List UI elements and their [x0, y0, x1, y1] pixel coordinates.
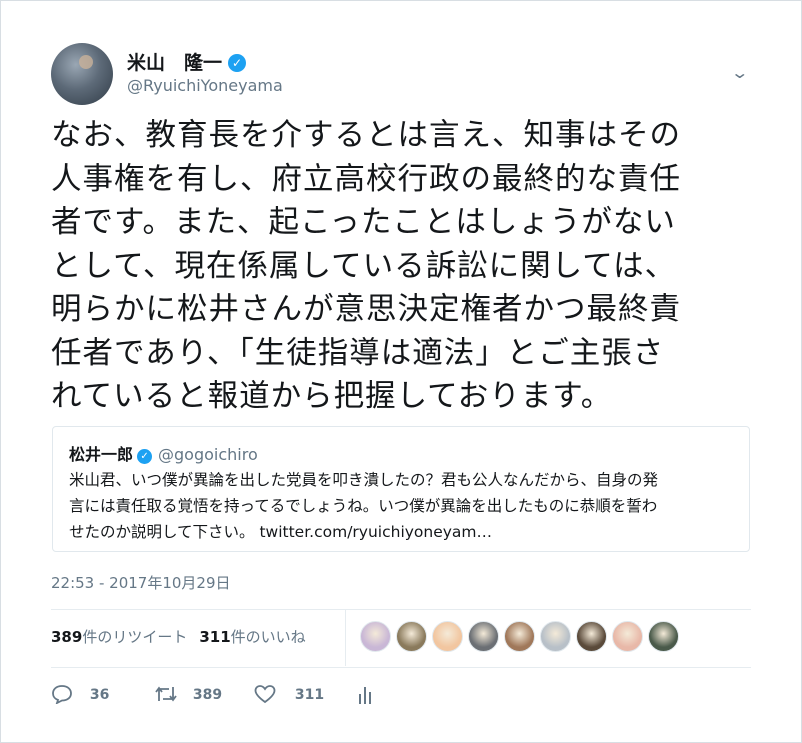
like-stat-count: 311	[199, 628, 231, 646]
divider	[51, 609, 751, 610]
like-stat[interactable]: 311件のいいね	[199, 628, 305, 646]
analytics-icon	[359, 687, 371, 704]
liker-avatar[interactable]	[612, 621, 643, 652]
author-name[interactable]: 米山 隆一 ✓	[127, 48, 247, 75]
quoted-author[interactable]: 松井一郎 ✓ @gogoichiro	[69, 441, 258, 465]
tweet-card: 米山 隆一 ✓ @RyuichiYoneyama ⌄ なお、教育長を介するとは言え…	[0, 0, 802, 743]
tweet-line: 明らかに松井さんが意思決定権者かつ最終責	[51, 292, 681, 327]
quoted-text: 米山君、いつ僕が異論を出した党員を叩き潰したの？君も公人なんだから、自身の発 言…	[69, 467, 739, 545]
liker-avatar[interactable]	[648, 621, 679, 652]
quoted-line: 言には責任取る覚悟を持ってるでしょうね。いつ僕が異論を出したものに恭順を誓わ	[69, 497, 658, 515]
verified-badge-icon: ✓	[137, 449, 153, 464]
quoted-author-name[interactable]: 松井一郎	[69, 445, 133, 464]
tweet-timestamp[interactable]: 22:53 - 2017年10月29日	[51, 572, 231, 593]
analytics-button[interactable]	[357, 684, 373, 706]
retweet-icon	[155, 686, 177, 702]
chevron-down-icon[interactable]: ⌄	[730, 63, 749, 82]
like-stat-label: 件のいいね	[230, 628, 306, 646]
quoted-line: せたのか説明して下さい。 twitter.com/ryuichiyoneyam…	[69, 523, 493, 541]
author-avatar[interactable]	[51, 43, 113, 105]
tweet-text: なお、教育長を介するとは言え、知事はその 人事権を有し、府立高校行政の最終的な責…	[51, 114, 751, 419]
retweet-stat-label: 件のリツイート	[82, 628, 188, 646]
reply-count: 36	[89, 687, 110, 703]
divider	[51, 667, 751, 668]
retweet-stat[interactable]: 389件のリツイート	[51, 628, 187, 646]
liker-avatar[interactable]	[576, 621, 607, 652]
tweet-line: として、現在係属している訴訟に関しては、	[51, 248, 677, 284]
retweet-button[interactable]: 389	[154, 684, 222, 704]
stats-divider	[345, 610, 346, 666]
liker-avatar[interactable]	[468, 621, 499, 652]
retweet-stat-count: 389	[51, 628, 83, 646]
liker-avatar[interactable]	[504, 621, 535, 652]
liker-avatar[interactable]	[396, 621, 427, 652]
quoted-tweet[interactable]: 松井一郎 ✓ @gogoichiro 米山君、いつ僕が異論を出した党員を叩き潰したの…	[52, 426, 750, 552]
tweet-line: 任者であり、「生徒指導は適法」とご主張さ	[51, 335, 665, 371]
heart-icon	[254, 685, 276, 704]
verified-badge-icon: ✓	[228, 54, 247, 72]
tweet-line: なお、教育長を介するとは言え、知事はその	[51, 118, 681, 153]
reply-button[interactable]: 36	[51, 684, 110, 705]
author-handle[interactable]: @RyuichiYoneyama	[127, 76, 283, 95]
engagement-stats: 389件のリツイート 311件のいいね	[51, 626, 306, 647]
retweet-count: 389	[192, 687, 223, 703]
like-count: 311	[294, 687, 325, 703]
liker-avatar[interactable]	[360, 621, 391, 652]
tweet-line: 人事権を有し、府立高校行政の最終的な責任	[51, 161, 681, 197]
reply-icon	[52, 685, 72, 705]
quoted-line: 米山君、いつ僕が異論を出した党員を叩き潰したの？君も公人なんだから、自身の発	[69, 471, 659, 489]
liker-avatar[interactable]	[540, 621, 571, 652]
like-button[interactable]: 311	[254, 684, 324, 704]
tweet-line: れていると報道から把握しております。	[51, 379, 613, 414]
quoted-author-handle[interactable]: @gogoichiro	[158, 445, 258, 464]
author-name-text[interactable]: 米山 隆一	[127, 52, 222, 74]
tweet-line: 者です。また、起こったことはしょうがない	[51, 205, 676, 240]
liker-avatar[interactable]	[432, 621, 463, 652]
